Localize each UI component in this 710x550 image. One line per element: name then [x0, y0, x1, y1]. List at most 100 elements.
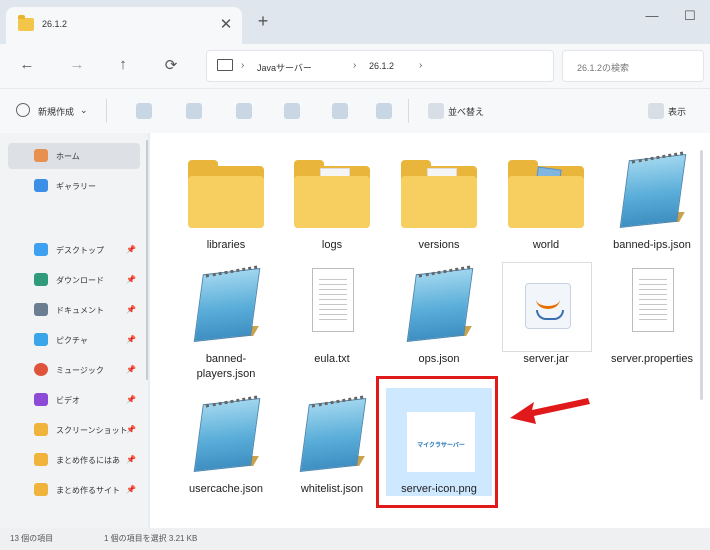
search-box[interactable]: 26.1.2の検索 — [562, 50, 704, 82]
sidebar-item-label: ビデオ — [56, 396, 80, 405]
up-button[interactable]: ↑ — [112, 56, 134, 73]
pin-icon: 📌 — [126, 305, 136, 314]
new-tab-button[interactable]: + — [252, 12, 274, 30]
file-item-ops[interactable]: ops.json — [389, 260, 489, 380]
paste-icon[interactable] — [236, 103, 252, 119]
breadcrumb-separator: › — [419, 60, 423, 71]
sidebar-item-label: ホーム — [56, 152, 80, 161]
tab-current[interactable]: 26.1.2 ✕ — [6, 7, 242, 44]
item-count: 13 個の項目 — [10, 534, 54, 543]
sidebar-item-downloads[interactable]: ダウンロード 📌 — [8, 267, 140, 293]
notepad-icon — [186, 395, 266, 476]
notepad-icon — [399, 265, 479, 346]
new-icon — [16, 103, 30, 117]
sidebar-item-label: スクリーンショット — [56, 426, 128, 435]
sidebar-item-videos[interactable]: ビデオ 📌 — [8, 387, 140, 413]
jar-thumbnail — [502, 262, 592, 352]
sidebar-item-label: ミュージック — [56, 366, 104, 375]
red-arrow — [510, 398, 590, 424]
breadcrumb-separator: › — [353, 60, 357, 71]
forward-button[interactable]: → — [66, 56, 88, 73]
java-icon — [525, 283, 571, 329]
file-item-server-properties[interactable]: server.properties — [602, 260, 702, 380]
folder-icon — [188, 158, 264, 230]
file-item-banned-players[interactable]: banned-players.json — [176, 260, 276, 380]
file-item-usercache[interactable]: usercache.json — [176, 390, 276, 510]
breadcrumb-separator: › — [241, 60, 245, 71]
refresh-button[interactable]: ⟳ — [160, 56, 182, 74]
file-name: usercache.json — [189, 483, 263, 495]
sidebar-item-label: ダウンロード — [56, 276, 104, 285]
copy-icon[interactable] — [186, 103, 202, 119]
sidebar-item-label: デスクトップ — [56, 246, 104, 255]
maximize-button[interactable]: ☐ — [678, 8, 702, 24]
sidebar-item-label: まとめ作るサイト — [56, 486, 120, 495]
file-item-banned-ips[interactable]: banned-ips.json — [602, 146, 702, 266]
status-bar: 13 個の項目 1 個の項目を選択 3.21 KB — [0, 528, 710, 550]
notepad-icon — [612, 151, 692, 232]
pin-icon: 📌 — [126, 485, 136, 494]
folder-icon — [34, 483, 48, 496]
sidebar-item-label: ギャラリー — [56, 182, 96, 191]
home-icon — [34, 149, 48, 162]
sidebar-item-pictures[interactable]: ピクチャ 📌 — [8, 327, 140, 353]
file-name: world — [532, 239, 560, 251]
file-list-scrollbar[interactable] — [700, 150, 703, 400]
pin-icon: 📌 — [126, 455, 136, 464]
file-item-server-jar[interactable]: server.jar — [496, 260, 596, 380]
text-file-icon — [312, 268, 354, 332]
cut-icon[interactable] — [136, 103, 152, 119]
navigation-bar: ← → ↑ ⟳ › Javaサーバー › 26.1.2 › 26.1.2の検索 — [0, 44, 710, 88]
breadcrumb-java-server[interactable]: Javaサーバー — [257, 61, 312, 74]
sort-button[interactable]: 並べ替え — [448, 105, 484, 118]
sidebar-scrollbar[interactable] — [146, 140, 148, 380]
file-name: banned-players.json — [196, 353, 256, 380]
share-icon[interactable] — [332, 103, 348, 119]
close-tab-icon[interactable]: ✕ — [216, 15, 236, 33]
chevron-down-icon: ⌄ — [80, 105, 88, 115]
folder-icon — [508, 158, 584, 230]
file-name: libraries — [206, 239, 246, 251]
pin-icon: 📌 — [126, 245, 136, 254]
sidebar-item-folder-2[interactable]: まとめ作るサイト 📌 — [8, 477, 140, 503]
sidebar-item-screenshots[interactable]: スクリーンショット 📌 — [8, 417, 140, 443]
pin-icon: 📌 — [126, 335, 136, 344]
back-button[interactable]: ← — [16, 56, 38, 73]
sidebar-item-music[interactable]: ミュージック 📌 — [8, 357, 140, 383]
navigation-pane: ホーム ギャラリー デスクトップ 📌 ダウンロード 📌 ドキュメント 📌 ピクチ… — [0, 133, 148, 528]
sidebar-item-folder-1[interactable]: まとめ作るにはあ 📌 — [8, 447, 140, 473]
file-item-logs[interactable]: logs — [282, 146, 382, 266]
folder-icon — [34, 423, 48, 436]
music-icon — [34, 363, 48, 376]
sidebar-item-documents[interactable]: ドキュメント 📌 — [8, 297, 140, 323]
new-button[interactable]: 新規作成 — [38, 105, 74, 118]
view-button[interactable]: 表示 — [668, 105, 686, 118]
file-name: eula.txt — [314, 353, 350, 365]
sidebar-item-gallery[interactable]: ギャラリー — [8, 173, 140, 199]
minimize-button[interactable]: — — [640, 8, 664, 23]
file-item-libraries[interactable]: libraries — [176, 146, 276, 266]
selection-info: 1 個の項目を選択 3.21 KB — [104, 534, 198, 543]
sidebar-item-home[interactable]: ホーム — [8, 143, 140, 169]
file-item-eula[interactable]: eula.txt — [282, 260, 382, 380]
file-name: ops.json — [418, 353, 460, 365]
sidebar-item-label: ドキュメント — [56, 306, 104, 315]
sort-icon — [428, 103, 444, 119]
file-item-versions[interactable]: versions — [389, 146, 489, 266]
tab-title: 26.1.2 — [42, 19, 68, 29]
highlight-box — [376, 376, 498, 508]
breadcrumb-26-1-2[interactable]: 26.1.2 — [369, 61, 394, 71]
view-icon — [648, 103, 664, 119]
address-bar[interactable]: › Javaサーバー › 26.1.2 › — [206, 50, 554, 82]
file-item-whitelist[interactable]: whitelist.json — [282, 390, 382, 510]
delete-icon[interactable] — [376, 103, 392, 119]
documents-icon — [34, 303, 48, 316]
sidebar-item-desktop[interactable]: デスクトップ 📌 — [8, 237, 140, 263]
file-name: whitelist.json — [300, 483, 364, 495]
command-bar: 新規作成 ⌄ 並べ替え 表示 — [0, 88, 710, 133]
file-item-world[interactable]: world — [496, 146, 596, 266]
pin-icon: 📌 — [126, 425, 136, 434]
gallery-icon — [34, 179, 48, 192]
rename-icon[interactable] — [284, 103, 300, 119]
videos-icon — [34, 393, 48, 406]
